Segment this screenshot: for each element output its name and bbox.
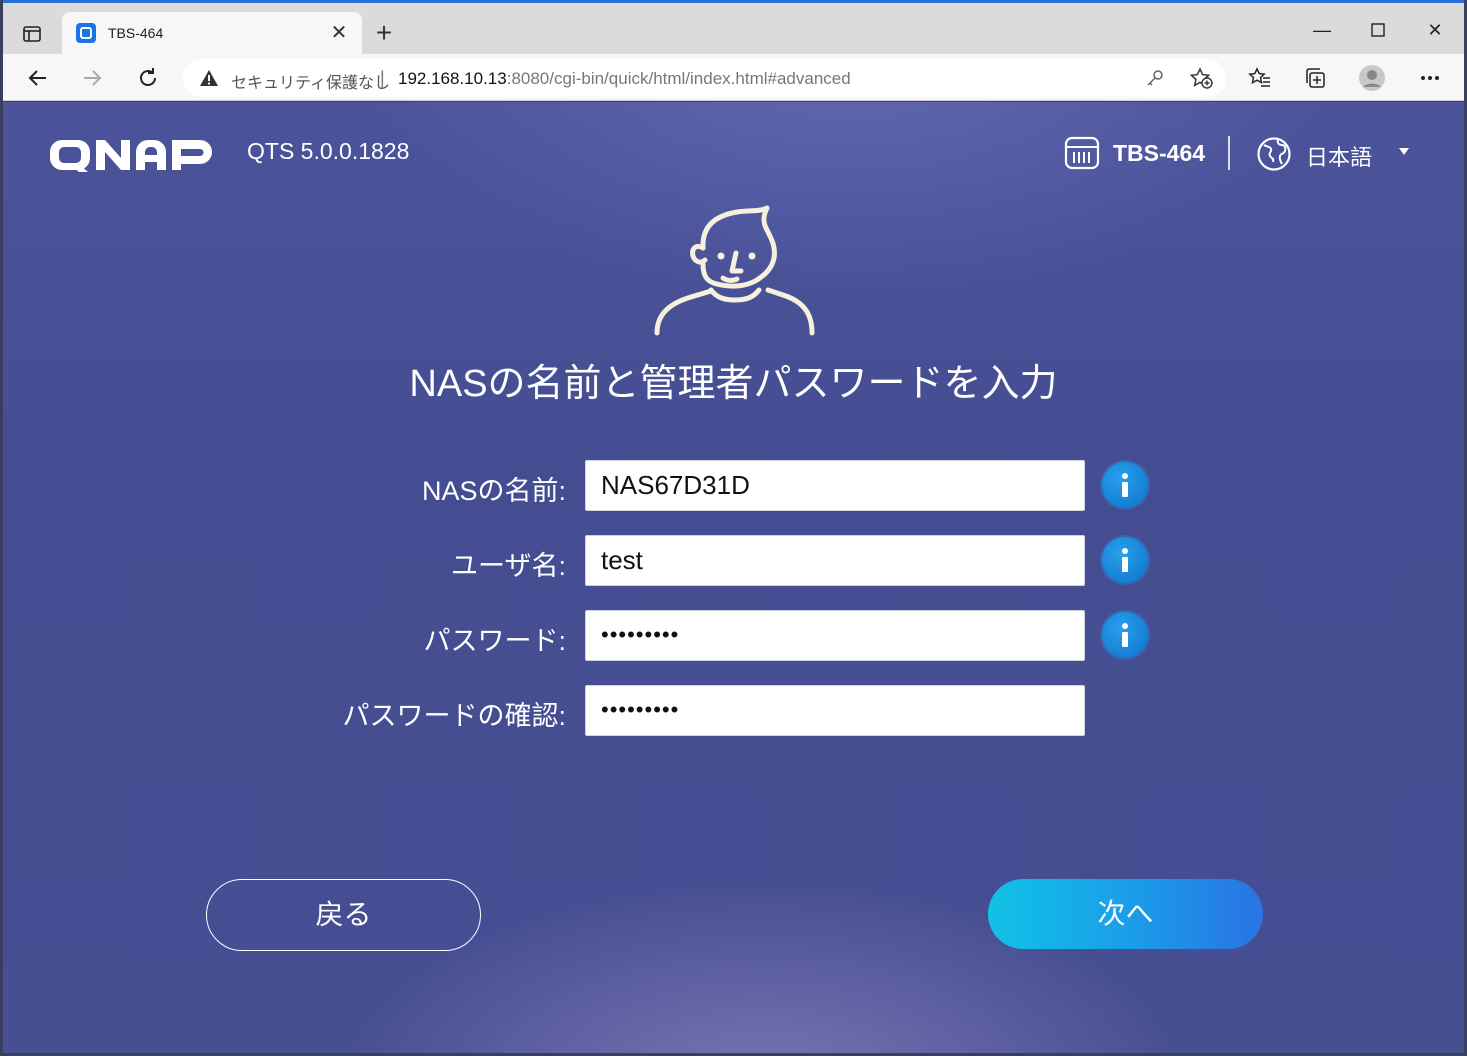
reload-icon[interactable] bbox=[132, 62, 164, 94]
nas-name-row: NASの名前: NAS67D31D bbox=[3, 460, 1464, 512]
browser-tab-active[interactable]: TBS-464 ✕ bbox=[62, 12, 362, 57]
language-selector[interactable]: 日本語 bbox=[1306, 140, 1372, 172]
admin-user-icon bbox=[648, 198, 818, 343]
info-icon[interactable] bbox=[1102, 612, 1148, 658]
nas-device-icon bbox=[1064, 136, 1100, 175]
confirm-password-input[interactable]: ••••••••• bbox=[585, 685, 1085, 736]
username-label: ユーザ名: bbox=[451, 551, 566, 581]
favorites-icon[interactable] bbox=[1244, 62, 1276, 94]
close-window-icon[interactable]: ✕ bbox=[1415, 15, 1455, 45]
qts-version: QTS 5.0.0.1828 bbox=[247, 138, 410, 164]
profile-avatar-icon[interactable] bbox=[1356, 62, 1388, 94]
address-separator: | bbox=[380, 68, 385, 88]
confirm-password-row: パスワードの確認: ••••••••• bbox=[3, 685, 1464, 737]
globe-icon[interactable] bbox=[1256, 136, 1292, 177]
page-title: NASの名前と管理者パスワードを入力 bbox=[409, 363, 1058, 405]
close-tab-icon[interactable]: ✕ bbox=[328, 22, 350, 44]
url-text[interactable]: 192.168.10.13:8080/cgi-bin/quick/html/in… bbox=[398, 69, 851, 89]
header-divider bbox=[1228, 136, 1230, 170]
password-input[interactable]: ••••••••• bbox=[585, 610, 1085, 661]
security-label[interactable]: セキュリティ保護なし bbox=[231, 69, 390, 93]
back-button[interactable]: 戻る bbox=[206, 879, 481, 951]
username-row: ユーザ名: test bbox=[3, 535, 1464, 587]
chevron-down-icon[interactable] bbox=[1399, 148, 1409, 155]
confirm-password-label: パスワードの確認: bbox=[342, 701, 566, 731]
password-value: ••••••••• bbox=[601, 622, 680, 647]
browser-toolbar: セキュリティ保護なし | 192.168.10.13:8080/cgi-bin/… bbox=[0, 54, 1467, 101]
qnap-logo bbox=[48, 138, 228, 177]
back-arrow-icon[interactable] bbox=[22, 62, 54, 94]
address-bar[interactable]: セキュリティ保護なし | 192.168.10.13:8080/cgi-bin/… bbox=[183, 59, 1226, 97]
collections-icon[interactable] bbox=[1299, 62, 1331, 94]
qnap-favicon-icon bbox=[76, 23, 96, 43]
nas-name-label: NASの名前: bbox=[421, 476, 566, 506]
model-name: TBS-464 bbox=[1113, 140, 1206, 166]
password-row: パスワード: ••••••••• bbox=[3, 610, 1464, 662]
browser-tabstrip: TBS-464 ✕ + — ✕ bbox=[0, 0, 1467, 57]
key-icon[interactable] bbox=[1139, 62, 1171, 94]
forward-arrow-icon[interactable] bbox=[76, 62, 108, 94]
nas-name-input[interactable]: NAS67D31D bbox=[585, 460, 1085, 511]
url-host: 192.168.10.13 bbox=[398, 69, 507, 88]
info-icon[interactable] bbox=[1102, 537, 1148, 583]
url-path: :8080/cgi-bin/quick/html/index.html#adva… bbox=[506, 69, 851, 88]
maximize-icon[interactable] bbox=[1358, 15, 1398, 45]
next-button[interactable]: 次へ bbox=[988, 879, 1263, 949]
tab-title: TBS-464 bbox=[108, 25, 164, 41]
setup-page: QTS 5.0.0.1828 TBS-464 日本語 NASの名前と管理者パスワ… bbox=[3, 102, 1464, 1053]
confirm-password-value: ••••••••• bbox=[601, 697, 680, 722]
warning-icon[interactable] bbox=[199, 69, 219, 92]
password-label: パスワード: bbox=[423, 626, 566, 656]
minimize-icon[interactable]: — bbox=[1302, 15, 1342, 45]
new-tab-icon[interactable]: + bbox=[370, 19, 398, 47]
more-menu-icon[interactable] bbox=[1414, 62, 1446, 94]
tab-actions-icon[interactable] bbox=[18, 20, 46, 48]
add-favorite-icon[interactable] bbox=[1185, 62, 1217, 94]
window-frame-left bbox=[0, 0, 3, 1056]
info-icon[interactable] bbox=[1102, 462, 1148, 508]
username-input[interactable]: test bbox=[585, 535, 1085, 586]
